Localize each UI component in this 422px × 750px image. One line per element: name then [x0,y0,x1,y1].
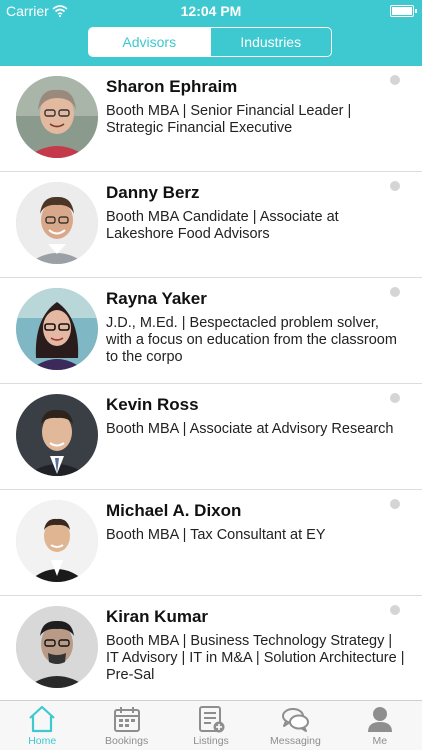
tab-home[interactable]: Home [0,701,84,750]
tab-bookings[interactable]: Bookings [84,701,168,750]
avatar [16,394,98,476]
advisor-list: Sharon Ephraim Booth MBA | Senior Financ… [0,66,422,700]
advisor-description: Booth MBA Candidate | Associate at Lakes… [106,209,339,242]
status-dot [390,75,400,85]
advisor-description: Booth MBA | Associate at Advisory Resear… [106,421,394,437]
tab-messaging[interactable]: Messaging [253,701,337,750]
segmented-control: Advisors Industries [88,27,332,57]
calendar-icon [113,707,140,732]
status-dot [390,181,400,191]
status-time: 12:04 PM [180,3,242,19]
advisor-name: Kiran Kumar [106,607,209,626]
advisor-description: J.D., M.Ed. | Bespectacled problem solve… [106,315,397,365]
listings-icon [199,706,225,733]
advisor-row[interactable]: Kiran Kumar Booth MBA | Business Technol… [0,596,422,700]
status-bar: Carrier 12:04 PM [0,0,422,22]
advisor-row[interactable]: Danny Berz Booth MBA Candidate | Associa… [0,172,422,278]
advisor-name: Kevin Ross [106,395,199,414]
segment-advisors[interactable]: Advisors [89,28,210,56]
battery-icon [390,5,417,17]
advisor-description: Booth MBA | Business Technology Strategy… [106,633,405,683]
status-dot [390,605,400,615]
tab-listings[interactable]: Listings [169,701,253,750]
home-icon [29,705,55,733]
tab-label: Messaging [270,735,321,747]
tab-label: Home [28,735,57,747]
tab-label: Bookings [105,735,149,747]
tab-label: Me [372,735,388,747]
advisor-description: Booth MBA | Senior Financial Leader | St… [106,103,352,136]
tab-bar: Home Bookings Listings Messaging Me [0,700,422,750]
advisor-row[interactable]: Sharon Ephraim Booth MBA | Senior Financ… [0,66,422,172]
avatar [16,288,98,370]
advisor-name: Danny Berz [106,183,200,202]
tab-me[interactable]: Me [338,701,422,750]
advisor-name: Sharon Ephraim [106,77,238,96]
advisor-name: Rayna Yaker [106,289,207,308]
tab-label: Listings [193,735,229,747]
chat-icon [282,708,310,732]
advisor-description: Booth MBA | Tax Consultant at EY [106,527,326,543]
person-icon [367,707,392,732]
avatar [16,606,98,688]
advisor-row[interactable]: Rayna Yaker J.D., M.Ed. | Bespectacled p… [0,278,422,384]
segment-industries[interactable]: Industries [209,28,332,56]
avatar [16,182,98,264]
navigation-header: Carrier 12:04 PM Advisors Industries [0,0,422,66]
status-dot [390,499,400,509]
avatar [16,76,98,158]
advisor-row[interactable]: Michael A. Dixon Booth MBA | Tax Consult… [0,490,422,596]
advisor-row[interactable]: Kevin Ross Booth MBA | Associate at Advi… [0,384,422,490]
status-dot [390,287,400,297]
advisor-name: Michael A. Dixon [106,501,242,520]
status-dot [390,393,400,403]
avatar [16,500,98,582]
